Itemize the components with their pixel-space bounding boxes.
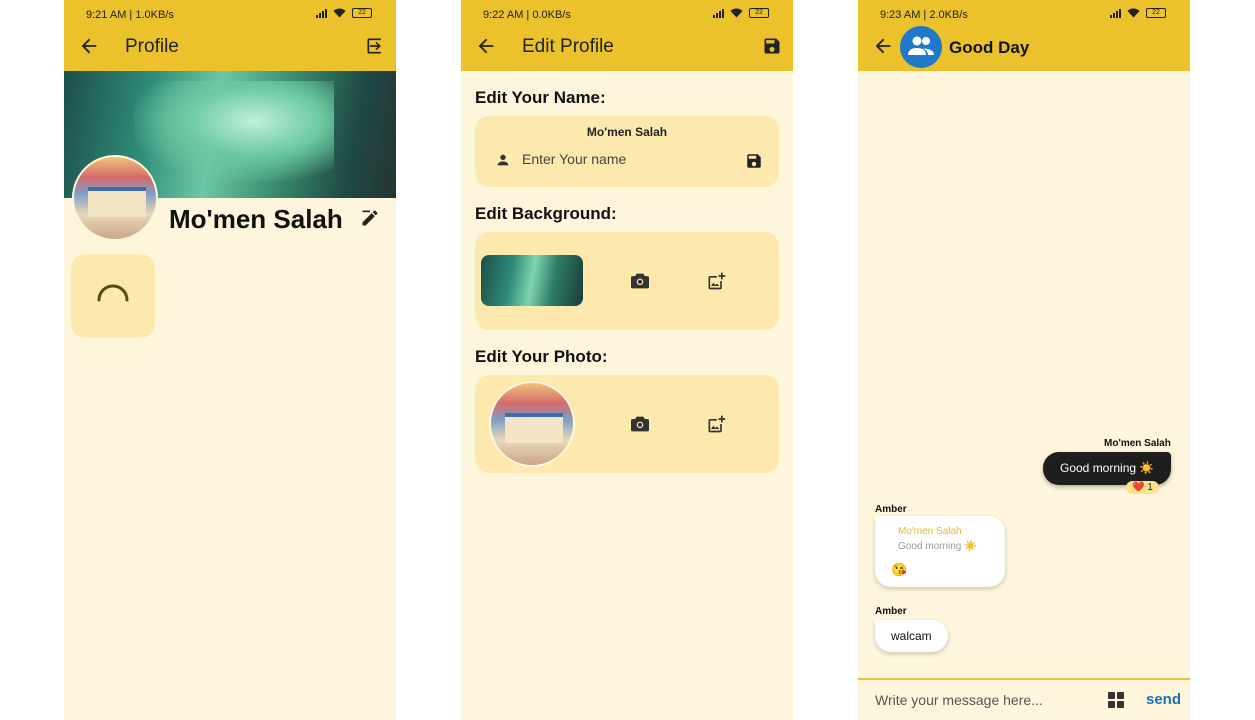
back-arrow-icon[interactable] bbox=[872, 35, 894, 57]
loading-spinner-icon bbox=[97, 284, 129, 302]
chat-screen: 9:23 AM | 2.0KB/s 22 Good Day Mo'men Sal… bbox=[858, 0, 1190, 720]
wifi-icon bbox=[1127, 8, 1140, 18]
signal-icon bbox=[713, 8, 724, 18]
edit-profile-screen: 9:22 AM | 0.0KB/s 22 Edit Profile Edit Y… bbox=[461, 0, 793, 720]
reply-quote-text: Good morning ☀️ bbox=[898, 541, 977, 552]
group-avatar[interactable] bbox=[900, 26, 942, 68]
back-arrow-icon[interactable] bbox=[78, 35, 100, 57]
profile-screen: 9:21 AM | 1.0KB/s 22 Profile Mo'men Sala… bbox=[64, 0, 396, 720]
page-title: Edit Profile bbox=[522, 36, 614, 57]
reply-quote-name: Mo'men Salah bbox=[898, 526, 962, 537]
status-time: 9:22 AM | 0.0KB/s bbox=[483, 9, 571, 21]
group-icon bbox=[908, 36, 934, 55]
app-bar: 9:23 AM | 2.0KB/s 22 Good Day bbox=[858, 0, 1190, 71]
battery-icon: 22 bbox=[352, 8, 372, 18]
add-photo-icon[interactable] bbox=[706, 414, 726, 434]
edit-name-title: Edit Your Name: bbox=[475, 88, 606, 107]
status-icons: 22 bbox=[316, 8, 372, 18]
current-name: Mo'men Salah bbox=[586, 125, 668, 139]
signal-icon bbox=[1110, 8, 1121, 18]
edit-background-card bbox=[475, 232, 779, 330]
cover-scenery bbox=[134, 81, 334, 181]
status-time: 9:21 AM | 1.0KB/s bbox=[86, 9, 174, 21]
app-bar: 9:21 AM | 1.0KB/s 22 Profile bbox=[64, 0, 396, 71]
signal-icon bbox=[316, 8, 327, 18]
save-icon[interactable] bbox=[762, 36, 782, 56]
chat-title: Good Day bbox=[949, 38, 1030, 57]
edit-photo-card bbox=[475, 375, 779, 473]
message-sender: Amber bbox=[875, 606, 907, 617]
edit-icon[interactable] bbox=[360, 208, 380, 228]
battery-icon: 22 bbox=[1146, 8, 1166, 18]
app-bar: 9:22 AM | 0.0KB/s 22 Edit Profile bbox=[461, 0, 793, 71]
message-bubble-received[interactable]: walcam bbox=[875, 620, 948, 652]
save-name-icon[interactable] bbox=[745, 152, 763, 170]
camera-icon[interactable] bbox=[630, 415, 650, 433]
edit-photo-title: Edit Your Photo: bbox=[475, 347, 608, 366]
background-thumbnail bbox=[481, 255, 583, 306]
edit-background-title: Edit Background: bbox=[475, 204, 617, 223]
loading-card bbox=[71, 254, 155, 338]
input-divider bbox=[858, 678, 1190, 680]
page-title: Profile bbox=[125, 36, 179, 57]
wifi-icon bbox=[730, 8, 743, 18]
grid-icon[interactable] bbox=[1108, 692, 1124, 708]
logout-icon[interactable] bbox=[365, 36, 385, 56]
message-sender: Amber bbox=[875, 504, 907, 515]
wifi-icon bbox=[333, 8, 346, 18]
battery-icon: 22 bbox=[749, 8, 769, 18]
back-arrow-icon[interactable] bbox=[475, 35, 497, 57]
message-reaction[interactable]: ❤️ 1 bbox=[1126, 481, 1159, 494]
message-input[interactable] bbox=[875, 692, 1085, 708]
status-icons: 22 bbox=[1110, 8, 1166, 18]
message-text: 😘 bbox=[891, 562, 908, 577]
avatar[interactable] bbox=[72, 155, 158, 241]
add-photo-icon[interactable] bbox=[706, 271, 726, 291]
edit-name-card: Mo'men Salah bbox=[475, 116, 779, 187]
status-icons: 22 bbox=[713, 8, 769, 18]
photo-thumbnail bbox=[489, 381, 575, 467]
person-icon bbox=[497, 154, 509, 166]
send-button[interactable]: send bbox=[1146, 691, 1181, 708]
message-sender: Mo'men Salah bbox=[1104, 438, 1171, 449]
profile-name: Mo'men Salah bbox=[169, 204, 343, 234]
name-input[interactable] bbox=[522, 151, 722, 167]
message-bubble-reply[interactable]: Mo'men Salah Good morning ☀️ 😘 bbox=[875, 516, 1005, 587]
camera-icon[interactable] bbox=[630, 272, 650, 290]
status-time: 9:23 AM | 2.0KB/s bbox=[880, 9, 968, 21]
